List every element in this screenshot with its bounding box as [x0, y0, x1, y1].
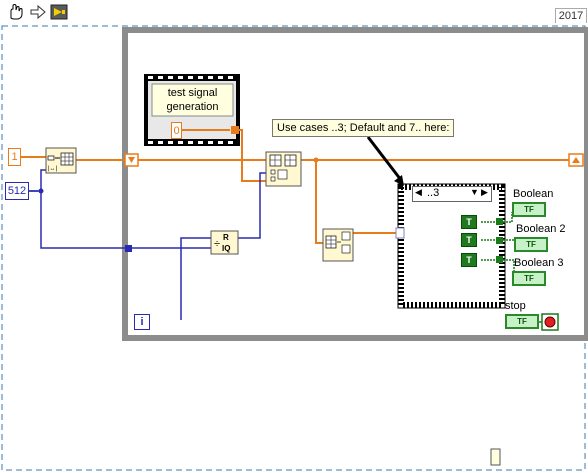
initialize-array-node[interactable]: |↔|	[45, 147, 77, 174]
step-into-icon	[50, 4, 68, 20]
quotient-remainder-node[interactable]: ÷ R IQ	[210, 230, 239, 255]
block-diagram: |↔| ÷ R IQ	[1, 25, 588, 471]
svg-text:IQ: IQ	[222, 244, 230, 253]
stop-indicator[interactable]: TF	[505, 314, 539, 329]
true-constant-1[interactable]: T	[461, 215, 477, 229]
boolean-indicator[interactable]: TF	[512, 202, 546, 217]
boolean-label: Boolean	[513, 188, 554, 200]
subvi-title-line2: generation	[166, 101, 219, 113]
stop-label: stop	[505, 300, 526, 312]
svg-text:÷: ÷	[214, 238, 220, 250]
highlight-execution-button[interactable]	[4, 2, 28, 22]
svg-text:R: R	[223, 233, 229, 242]
right-shift-register[interactable]	[568, 153, 584, 167]
replace-array-subset-node[interactable]	[265, 151, 302, 187]
stop-button-terminal[interactable]	[541, 313, 559, 331]
iteration-terminal[interactable]: i	[134, 314, 150, 330]
case-selector-value: ..3	[427, 187, 440, 199]
true-constant-3[interactable]: T	[461, 253, 477, 267]
case-selector[interactable]: ◀ ..3 ▼ ▶	[412, 186, 492, 202]
boolean3-label: Boolean 3	[514, 257, 564, 269]
subvi-title-line1: test signal	[167, 87, 218, 99]
comment-arrow-line	[366, 136, 403, 181]
case-structure-inner	[407, 193, 496, 299]
comment-label[interactable]: Use cases ..3; Default and 7.. here:	[272, 119, 455, 137]
retain-wire-values-button[interactable]	[28, 2, 48, 22]
numeric-constant-1[interactable]: 1	[8, 148, 21, 166]
resize-handle	[490, 448, 501, 466]
step-into-button[interactable]	[48, 2, 70, 22]
case-tunnels	[496, 218, 503, 263]
wire-junction-orange	[313, 157, 319, 163]
case-decrement-icon[interactable]: ◀	[415, 187, 422, 198]
retain-wire-values-icon	[30, 4, 46, 20]
svg-text:|↔|: |↔|	[48, 166, 58, 172]
loop-tunnel-blue	[125, 245, 132, 252]
numeric-constant-0[interactable]: 0	[171, 122, 182, 139]
version-label: 2017	[555, 8, 587, 23]
boolean2-label: Boolean 2	[516, 223, 566, 235]
array-subset-node[interactable]	[322, 228, 354, 262]
left-shift-register[interactable]	[124, 153, 139, 167]
toolbar: 2017	[0, 0, 588, 24]
highlight-execution-icon	[10, 3, 23, 20]
subvi-output-terminal	[231, 126, 239, 134]
case-increment-icon[interactable]: ▶	[481, 187, 488, 198]
case-dropdown-icon[interactable]: ▼	[470, 187, 479, 197]
true-constant-2[interactable]: T	[461, 233, 477, 247]
case-selector-tunnel[interactable]	[395, 227, 405, 239]
numeric-constant-512[interactable]: 512	[5, 182, 29, 200]
wire-junction	[38, 188, 44, 194]
boolean3-indicator[interactable]: TF	[512, 271, 546, 286]
boolean2-indicator[interactable]: TF	[514, 237, 548, 252]
